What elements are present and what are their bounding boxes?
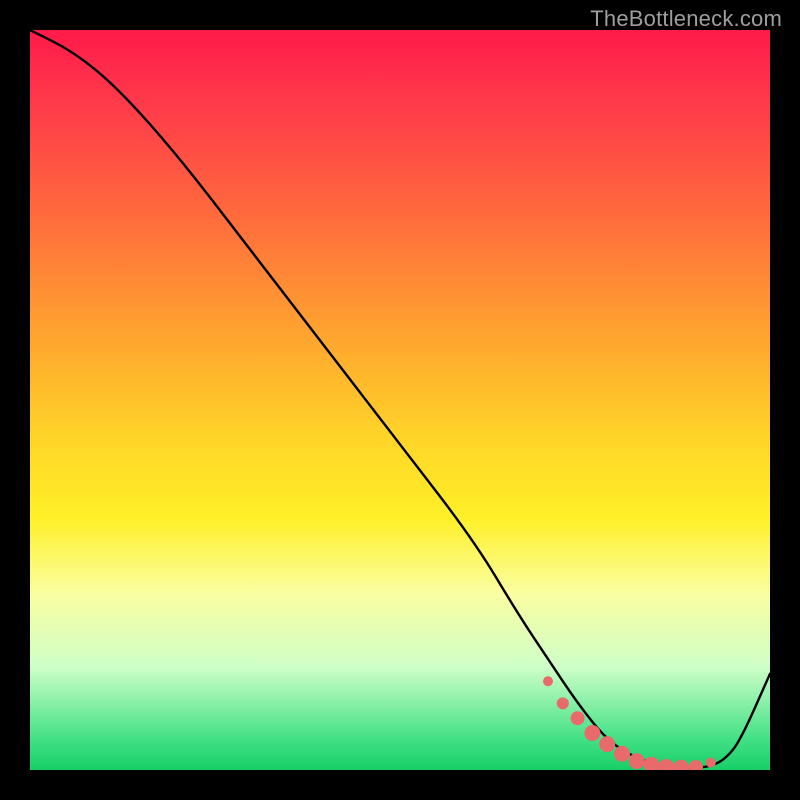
marker-point <box>571 711 585 725</box>
chart-area <box>30 30 770 770</box>
attribution-label: TheBottleneck.com <box>590 6 782 32</box>
marker-point <box>689 760 703 770</box>
marker-point <box>629 753 645 769</box>
chart-svg <box>30 30 770 770</box>
marker-point <box>706 758 716 768</box>
marker-point <box>584 725 600 741</box>
bottleneck-curve <box>30 30 770 768</box>
marker-point <box>644 757 660 770</box>
marker-point <box>673 760 689 770</box>
marker-point <box>599 736 615 752</box>
marker-point <box>614 746 630 762</box>
marker-point <box>658 759 674 770</box>
marker-point <box>557 697 569 709</box>
marker-point <box>543 676 553 686</box>
